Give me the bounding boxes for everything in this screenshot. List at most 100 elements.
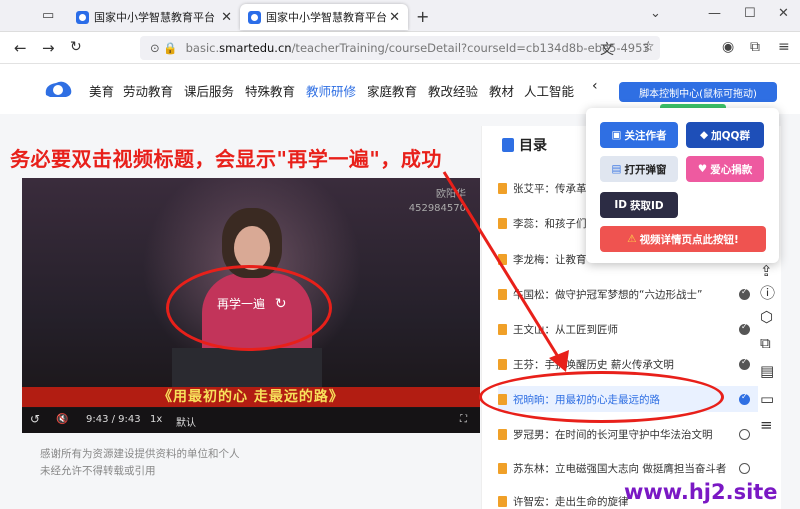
lesson-icon [498, 428, 507, 440]
lesson-icon [498, 323, 507, 335]
lesson-icon [498, 217, 507, 229]
warning-icon: ⚠ [627, 233, 637, 245]
follow-author-button[interactable]: ▣ 关注作者 [600, 122, 678, 148]
open-popup-button[interactable]: ▤ 打开弹窗 [600, 156, 678, 182]
toc-item-label: 王芬：手护唤醒历史 薪火传承文明 [513, 358, 674, 371]
url-prefix: basic. [185, 41, 220, 55]
notes-icon[interactable]: ▤ [760, 362, 774, 380]
close-tab-icon[interactable]: ✕ [389, 10, 400, 25]
watermark-name: 欧阳华 [436, 189, 466, 200]
toc-item-label: 王文山：从工匠到匠师 [513, 323, 618, 336]
id-icon: ID [614, 199, 627, 211]
minimize-icon[interactable]: — [708, 6, 721, 21]
donate-button[interactable]: ♥ 爱心捐款 [686, 156, 764, 182]
browser-tab-bar: ▭ 国家中小学智慧教育平台 ✕ 国家中小学智慧教育平台 ✕ + ⌄ — ☐ ✕ [0, 0, 800, 32]
qq-label: 加QQ群 [711, 129, 750, 142]
completed-icon [739, 287, 750, 300]
toc-item[interactable]: 罗冠男：在时间的长河里守护中华法治文明 [498, 421, 758, 447]
nav-item-reform[interactable]: 教改经验 [428, 81, 478, 100]
extensions-icon[interactable]: ⧉ [750, 39, 760, 55]
toc-item-label: 李龙梅：让教育 [513, 253, 587, 266]
smartedu-logo-icon[interactable] [42, 77, 74, 101]
video-detail-button[interactable]: ⚠ 视频详情页点此按钮! [600, 226, 766, 252]
podium [172, 348, 322, 388]
close-tab-icon[interactable]: ✕ [221, 10, 232, 25]
tab-title: 国家中小学智慧教育平台 [94, 11, 215, 24]
toc-item[interactable]: 王文山：从工匠到匠师 [498, 316, 758, 342]
incomplete-icon [739, 428, 750, 440]
toc-item-label: 苏东林：立电磁强国大志向 做挺膺担当奋斗者 [513, 462, 727, 475]
script-panel-title[interactable]: 脚本控制中心(鼠标可拖动) [619, 82, 777, 102]
menu-icon[interactable]: ≡ [778, 39, 790, 55]
toc-item[interactable]: 苏东林：立电磁强国大志向 做挺膺担当奋斗者 [498, 455, 758, 481]
nav-item-after-school[interactable]: 课后服务 [184, 81, 234, 100]
nav-item-aesthetic[interactable]: 美育 [89, 81, 114, 100]
toc-item-label: 牛国松：做守护冠军梦想的“六边形战士” [513, 288, 703, 301]
annotation-instruction: 务必要双击视频标题，会显示"再学一遍"，成功 [10, 147, 442, 171]
watermark-id: 452984570 [408, 203, 466, 214]
lesson-icon [498, 182, 507, 194]
join-qq-button[interactable]: ◆ 加QQ群 [686, 122, 764, 148]
lesson-icon [498, 253, 507, 265]
mute-icon[interactable]: 🔇 [56, 414, 68, 425]
url-path: /teacherTraining/courseDetail?courseId=c… [291, 41, 650, 55]
heart-icon: ♥ [697, 163, 708, 175]
nav-item-textbooks[interactable]: 教材 [489, 81, 514, 100]
toc-title: 目录 [502, 135, 547, 155]
donate-label: 爱心捐款 [710, 163, 753, 176]
browser-toolbar: ← → ↻ ⊙ 🔒 basic. smartedu.cn/teacherTrain… [0, 32, 800, 64]
lesson-icon [498, 462, 507, 474]
list-icon[interactable]: ≡ [760, 416, 773, 434]
stage-banner: 《用最初的心 走最远的路》 [22, 387, 480, 407]
forward-icon[interactable]: → [42, 39, 55, 57]
chevron-left-icon[interactable]: ‹ [592, 78, 598, 94]
new-tab-icon[interactable]: + [416, 7, 429, 26]
translate-icon[interactable]: 文 [600, 39, 614, 59]
browser-tab-2[interactable]: 国家中小学智慧教育平台 ✕ [240, 4, 408, 30]
account-icon[interactable]: ◉ [722, 39, 734, 55]
time-display: 9:43 / 9:43 [86, 414, 141, 425]
nav-item-special-education[interactable]: 特殊教育 [245, 81, 295, 100]
browser-tab-1[interactable]: 国家中小学智慧教育平台 ✕ [68, 4, 240, 30]
site-watermark: www.hj2.site [624, 480, 778, 504]
speed-button[interactable]: 1x [150, 414, 162, 425]
nav-item-family-education[interactable]: 家庭教育 [367, 81, 417, 100]
lesson-icon [498, 358, 507, 370]
lesson-icon [498, 288, 507, 300]
back-icon[interactable]: ← [14, 39, 27, 57]
credits-line-1: 感谢所有为资源建设提供资料的单位和个人 [40, 448, 240, 460]
feedback-icon[interactable]: ▭ [760, 390, 774, 408]
window-icon: ▤ [611, 163, 622, 175]
credits-line-2: 未经允许不得转载或引用 [40, 465, 156, 477]
tab-title: 国家中小学智慧教育平台 [266, 11, 387, 24]
nav-item-labor[interactable]: 劳动教育 [123, 81, 173, 100]
lock-icon: ⊙ 🔒 [150, 41, 178, 55]
quality-button[interactable]: 默认 [176, 414, 196, 429]
fullscreen-icon[interactable]: ⛶ [460, 414, 467, 425]
tab-overview-icon[interactable]: ▭ [42, 8, 54, 23]
address-bar[interactable]: ⊙ 🔒 basic. smartedu.cn/teacherTraining/co… [140, 36, 660, 60]
copy-icon[interactable]: ⧉ [760, 334, 771, 352]
maximize-icon[interactable]: ☐ [744, 6, 756, 21]
qq-icon: ◆ [700, 129, 709, 141]
current-item-highlight-ellipse [479, 371, 724, 423]
toc-item-label: 李蕊：和孩子们 [513, 217, 587, 230]
bookmark-star-icon[interactable]: ☆ [642, 39, 655, 55]
nav-item-teacher-training[interactable]: 教师研修 [306, 81, 356, 100]
reload-icon[interactable]: ↻ [70, 39, 82, 55]
warning-label: 视频详情页点此按钮! [639, 233, 739, 246]
get-id-button[interactable]: ID 获取ID [600, 192, 678, 218]
completed-icon [739, 322, 750, 335]
close-window-icon[interactable]: ✕ [778, 6, 789, 21]
toc-item-label: 罗冠男：在时间的长河里守护中华法治文明 [513, 428, 713, 441]
toc-item[interactable]: 牛国松：做守护冠军梦想的“六边形战士” [498, 281, 758, 307]
nav-item-ai[interactable]: 人工智能 [524, 81, 574, 100]
chevron-down-icon[interactable]: ⌄ [650, 6, 661, 21]
help-icon[interactable]: ⓘ [760, 282, 775, 303]
cube-icon[interactable]: ⬡ [760, 308, 773, 326]
video-controls: ↺ 🔇 9:43 / 9:43 1x 默认 ⛶ [22, 408, 480, 433]
speaker-face [234, 226, 270, 270]
replay-control-icon[interactable]: ↺ [30, 412, 40, 426]
script-control-panel: ▣ 关注作者 ◆ 加QQ群 ▤ 打开弹窗 ♥ 爱心捐款 ID 获取ID ⚠ 视频详情页点此按… [586, 108, 779, 263]
share-icon[interactable]: ⇪ [760, 262, 773, 280]
